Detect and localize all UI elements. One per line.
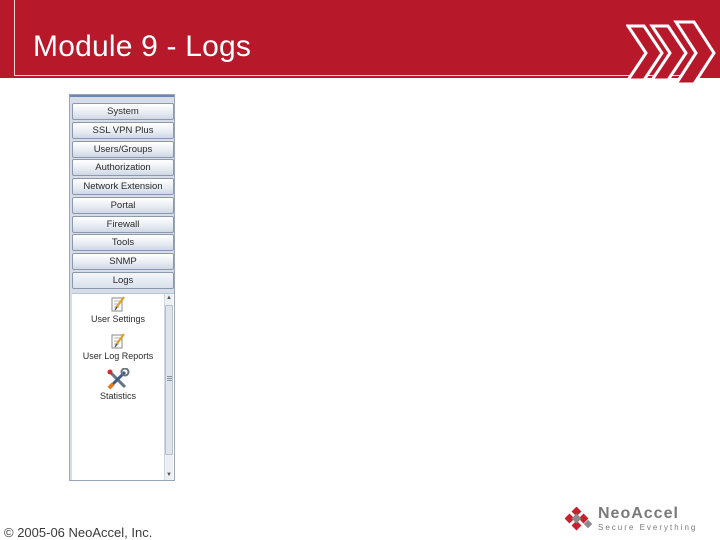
menu-item-logs[interactable]: Logs — [72, 271, 174, 289]
submenu-label: User Log Reports — [82, 351, 154, 361]
notepad-pencil-icon — [111, 333, 125, 349]
menu-item-tools[interactable]: Tools — [72, 234, 174, 252]
neoaccel-logo: NeoAccel Secure Everything — [564, 503, 714, 537]
menu-item-system[interactable]: System — [72, 103, 174, 120]
scroll-grip — [167, 376, 172, 382]
copyright-footer: © 2005-06 NeoAccel, Inc. — [4, 525, 153, 540]
scroll-up-arrow-icon[interactable]: ▲ — [165, 294, 173, 303]
scroll-down-arrow-icon[interactable]: ▼ — [165, 471, 173, 480]
neoaccel-logo-mark — [564, 507, 593, 531]
submenu-statistics[interactable]: Statistics — [72, 368, 164, 402]
triple-chevron-icon — [626, 20, 716, 86]
tools-wrench-icon — [107, 368, 130, 390]
title-bar: Module 9 - Logs — [0, 0, 720, 86]
menu-item-snmp[interactable]: SNMP — [72, 253, 174, 270]
menu-item-network-extension[interactable]: Network Extension — [72, 178, 174, 195]
submenu-label: Statistics — [99, 391, 136, 401]
submenu-user-log-reports[interactable]: User Log Reports — [72, 333, 164, 362]
logo-tagline: Secure Everything — [598, 523, 698, 532]
menu-item-authorization[interactable]: Authorization — [72, 159, 174, 177]
menu-item-ssl-vpn-plus[interactable]: SSL VPN Plus — [72, 121, 174, 139]
scroll-thumb[interactable] — [165, 305, 173, 455]
menu-item-users-groups[interactable]: Users/Groups — [72, 140, 174, 158]
menu-list: System SSL VPN Plus Users/Groups Authori… — [72, 103, 174, 291]
admin-menu-panel: System SSL VPN Plus Users/Groups Authori… — [69, 94, 175, 481]
submenu-label: User Settings — [90, 314, 146, 324]
logo-name: NeoAccel — [598, 505, 679, 522]
notepad-pencil-icon — [111, 296, 125, 312]
logs-submenu: User Settings User Log Reports Statistic… — [72, 293, 174, 480]
slide-title: Module 9 - Logs — [33, 30, 252, 63]
menu-item-portal[interactable]: Portal — [72, 196, 174, 214]
submenu-user-settings[interactable]: User Settings — [72, 296, 164, 325]
menu-item-firewall[interactable]: Firewall — [72, 215, 174, 233]
panel-top-line — [70, 95, 174, 97]
submenu-scrollbar[interactable]: ▲ ▼ — [164, 294, 173, 480]
